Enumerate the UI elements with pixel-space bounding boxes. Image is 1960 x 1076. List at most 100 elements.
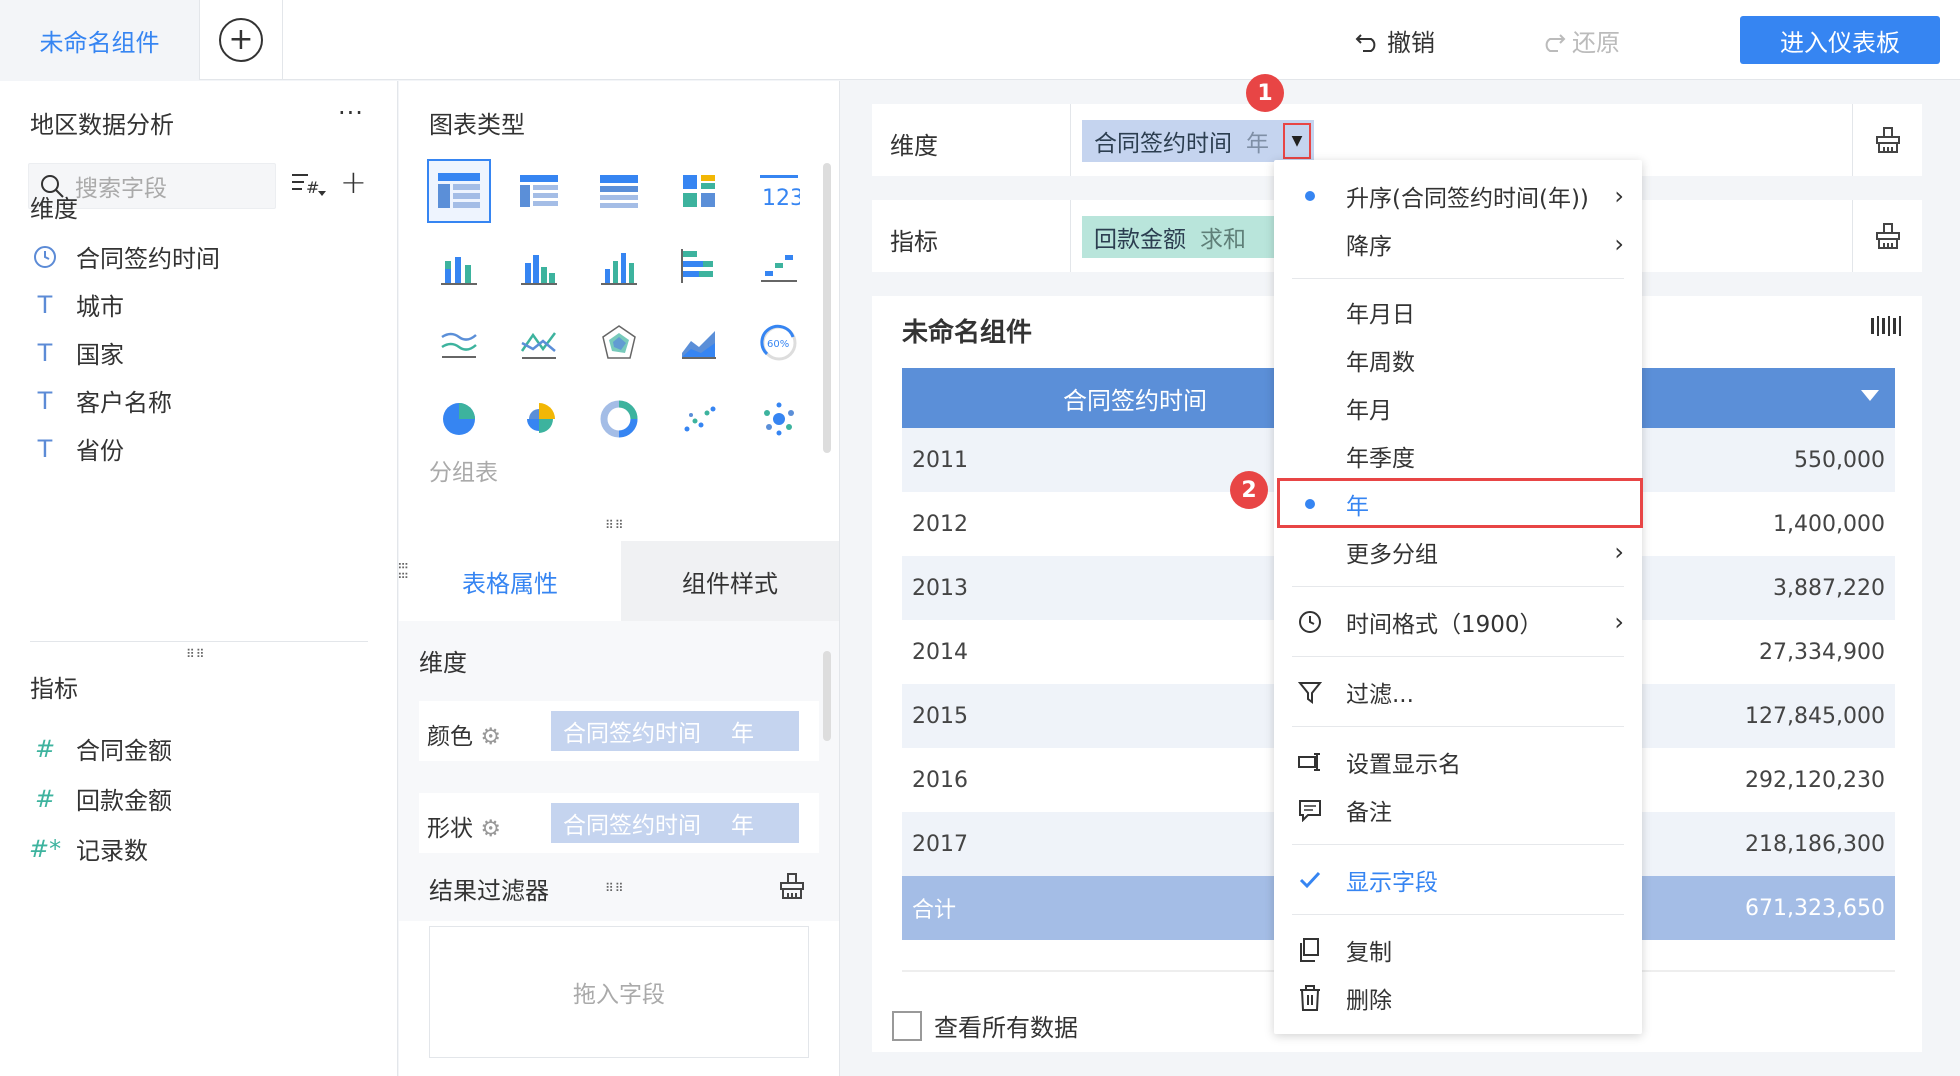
cross-table-icon[interactable] — [507, 159, 571, 223]
stacked-bar-icon[interactable] — [427, 235, 491, 299]
bubble-chart-icon[interactable] — [747, 387, 811, 451]
rose-chart-icon[interactable] — [507, 387, 571, 451]
svg-text:#: # — [306, 178, 319, 197]
pie-chart-icon[interactable] — [427, 387, 491, 451]
menu-item-show-field[interactable]: 显示字段 — [1274, 856, 1642, 904]
dimension-field-pill[interactable]: 合同签约时间 年 ▼ — [1082, 120, 1314, 162]
panel-splitter-grip[interactable]: ⠿⠿ — [395, 561, 409, 581]
menu-item-year-quarter[interactable]: 年季度 — [1274, 432, 1642, 480]
field-record-count[interactable]: #* 记录数 — [28, 831, 148, 866]
tab-table-properties[interactable]: 表格属性 — [399, 541, 621, 621]
field-customer-name[interactable]: T 客户名称 — [30, 383, 172, 418]
barcode-icon[interactable] — [1870, 314, 1902, 344]
menu-separator — [1292, 726, 1624, 727]
trash-icon — [1300, 985, 1320, 1011]
settings-icon[interactable]: ⚙ — [480, 816, 501, 842]
donut-chart-icon[interactable] — [587, 387, 651, 451]
area-line-icon[interactable] — [427, 311, 491, 375]
dropdown-arrow-icon[interactable]: ▼ — [1283, 123, 1311, 159]
clear-icon[interactable] — [1852, 104, 1922, 176]
property-dimension-label: 维度 — [419, 649, 467, 677]
dimension-dropdown-menu: 升序(合同签约时间(年)) › 降序 › 年月日 年周数 年月 年季度 年 更多分组… — [1274, 160, 1642, 1034]
record-count-icon: #* — [28, 834, 62, 863]
field-payment-amount[interactable]: # 回款金额 — [30, 781, 172, 816]
radar-chart-icon[interactable] — [587, 311, 651, 375]
svg-text:60%: 60% — [767, 339, 789, 350]
text-type-icon: T — [37, 338, 53, 367]
chevron-right-icon: › — [1614, 538, 1624, 566]
field-country[interactable]: T 国家 — [30, 335, 124, 370]
menu-item-year-week[interactable]: 年周数 — [1274, 336, 1642, 384]
filter-icon — [1298, 682, 1322, 704]
step-chart-icon[interactable] — [747, 235, 811, 299]
drop-field-area[interactable]: 拖入字段 — [429, 926, 809, 1058]
menu-separator — [1292, 656, 1624, 657]
field-panel: 地区数据分析 ··· 搜索字段 # + 维度 合同签约时间 T 城市 T 国家 T客… — [0, 81, 398, 1076]
kpi-number-icon[interactable]: 123 — [747, 159, 811, 223]
config-panel: 图表类型 123 60% 分组表 ⠿⠿ 表格属性 组件样式 维度 颜色 ⚙ 合同… — [399, 81, 840, 1076]
line-chart-icon[interactable] — [507, 311, 571, 375]
menu-item-ascending[interactable]: 升序(合同签约时间(年)) › — [1274, 172, 1642, 220]
divider — [1070, 200, 1071, 272]
bar-chart-icon[interactable] — [507, 235, 571, 299]
check-icon — [1299, 871, 1321, 889]
sort-arrow-icon[interactable] — [1861, 390, 1879, 401]
plus-icon: + — [219, 18, 263, 62]
shape-field-pill[interactable]: 合同签约时间年 — [551, 803, 799, 843]
checkbox[interactable] — [892, 1010, 922, 1041]
menu-item-note[interactable]: 备注 — [1274, 786, 1642, 834]
undo-button[interactable]: 撤销 — [1355, 20, 1435, 60]
step-badge-2: 2 — [1230, 471, 1268, 509]
menu-item-descending[interactable]: 降序 › — [1274, 220, 1642, 268]
field-contract-amount[interactable]: # 合同金额 — [30, 731, 172, 766]
heat-table-icon[interactable] — [667, 159, 731, 223]
resize-grip[interactable]: ⠿⠿ — [605, 518, 625, 532]
rename-icon — [1298, 753, 1320, 771]
menu-item-copy[interactable]: 复制 — [1274, 926, 1642, 974]
resize-grip[interactable]: ⠿⠿ — [186, 647, 206, 661]
tab-unnamed-component[interactable]: 未命名组件 — [0, 0, 200, 80]
menu-item-delete[interactable]: 删除 — [1274, 974, 1642, 1022]
field-province[interactable]: T 省份 — [30, 431, 124, 466]
grouped-table-icon[interactable] — [427, 159, 491, 223]
menu-item-year-month-day[interactable]: 年月日 — [1274, 288, 1642, 336]
menu-separator — [1292, 914, 1624, 915]
gauge-chart-icon[interactable]: 60% — [747, 311, 811, 375]
column-chart-icon[interactable] — [587, 235, 651, 299]
detail-table-icon[interactable] — [587, 159, 651, 223]
copy-icon — [1300, 938, 1319, 962]
menu-item-time-format[interactable]: 时间格式（1900） › — [1274, 598, 1642, 646]
redo-button[interactable]: 还原 — [1540, 20, 1620, 60]
settings-icon[interactable]: ⚙ — [480, 724, 501, 750]
chart-type-label: 图表类型 — [429, 111, 525, 139]
tab-component-style[interactable]: 组件样式 — [621, 541, 839, 621]
svg-text:123: 123 — [762, 186, 800, 209]
redo-icon — [1545, 34, 1566, 52]
add-tab-button[interactable]: + — [200, 0, 283, 80]
field-contract-sign-time[interactable]: 合同签约时间 — [30, 239, 220, 274]
resize-grip[interactable]: ⠿⠿ — [605, 881, 625, 895]
clear-icon[interactable] — [1852, 200, 1922, 272]
horizontal-stacked-icon[interactable] — [667, 235, 731, 299]
metric-section-label: 指标 — [30, 675, 78, 703]
menu-item-more-grouping[interactable]: 更多分组 › — [1274, 528, 1642, 576]
shape-label: 形状 ⚙ — [427, 816, 501, 842]
menu-separator — [1292, 586, 1624, 587]
scatter-chart-icon[interactable] — [667, 387, 731, 451]
metric-field-pill[interactable]: 回款金额 求和 — [1082, 216, 1282, 258]
area-chart-icon[interactable] — [667, 311, 731, 375]
add-field-icon[interactable]: + — [340, 163, 367, 201]
menu-item-year-month[interactable]: 年月 — [1274, 384, 1642, 432]
property-scrollbar[interactable] — [823, 651, 831, 741]
clear-icon[interactable] — [777, 871, 807, 907]
view-all-data-checkbox[interactable]: 查看所有数据 — [892, 1008, 1078, 1043]
menu-item-filter[interactable]: 过滤... — [1274, 668, 1642, 716]
menu-item-set-display-name[interactable]: 设置显示名 — [1274, 738, 1642, 786]
enter-dashboard-button[interactable]: 进入仪表板 — [1740, 16, 1940, 64]
more-icon[interactable]: ··· — [338, 99, 364, 127]
top-bar: 未命名组件 + 撤销 还原 进入仪表板 — [0, 0, 1960, 80]
chart-type-scrollbar[interactable] — [823, 163, 831, 453]
field-city[interactable]: T 城市 — [30, 287, 124, 322]
color-field-pill[interactable]: 合同签约时间年 — [551, 711, 799, 751]
field-type-filter-icon[interactable]: # — [290, 169, 330, 205]
